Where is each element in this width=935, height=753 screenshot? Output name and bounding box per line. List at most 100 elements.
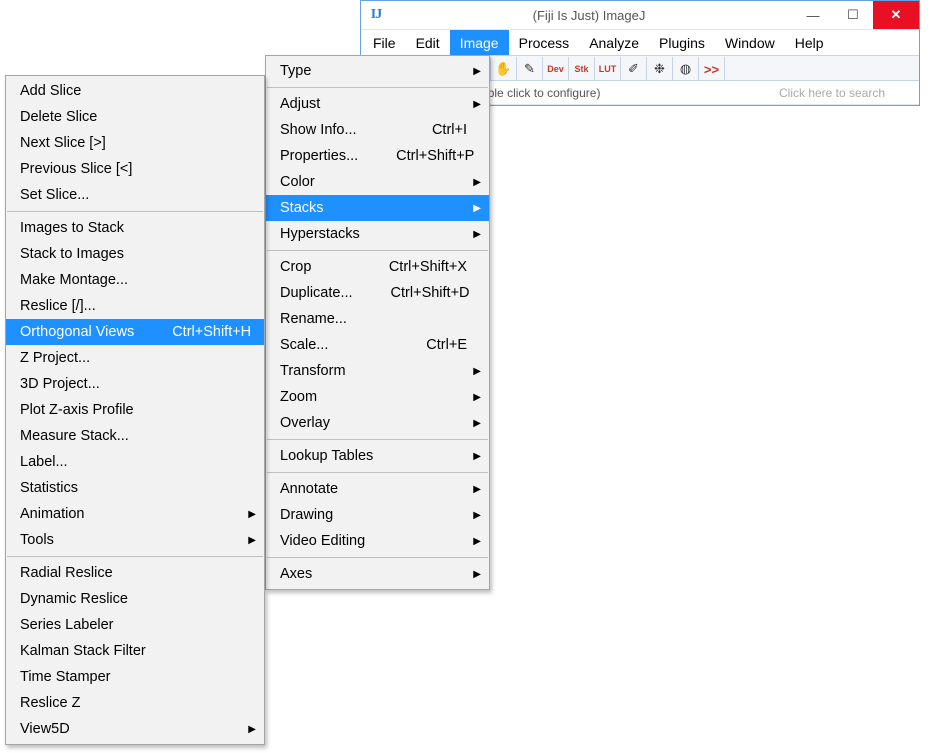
image-menu: Type▶Adjust▶Show Info...Ctrl+IProperties… <box>265 55 490 590</box>
flood-tool-icon[interactable]: ◍ <box>673 57 699 81</box>
image-menu-hyperstacks[interactable]: Hyperstacks▶ <box>266 221 489 247</box>
image-menu-duplicate[interactable]: Duplicate...Ctrl+Shift+D <box>266 280 489 306</box>
menu-item-label: Properties... <box>280 148 358 164</box>
image-menu-type[interactable]: Type▶ <box>266 58 489 84</box>
stacks-menu-animation[interactable]: Animation▶ <box>6 501 264 527</box>
menu-item-label: Annotate <box>280 481 338 497</box>
menu-item-label: Plot Z-axis Profile <box>20 402 134 418</box>
stacks-menu-tools[interactable]: Tools▶ <box>6 527 264 553</box>
stacks-menu-series-labeler[interactable]: Series Labeler <box>6 612 264 638</box>
image-menu-annotate[interactable]: Annotate▶ <box>266 476 489 502</box>
submenu-arrow-icon: ▶ <box>473 569 481 580</box>
title-bar[interactable]: (Fiji Is Just) ImageJ — ☐ ✕ <box>361 1 919 29</box>
menu-window[interactable]: Window <box>715 30 785 55</box>
stacks-menu-make-montage[interactable]: Make Montage... <box>6 267 264 293</box>
stacks-menu-z-project[interactable]: Z Project... <box>6 345 264 371</box>
menu-item-label: Axes <box>280 566 312 582</box>
stacks-menu-separator <box>7 211 263 212</box>
menu-item-label: Stack to Images <box>20 246 124 262</box>
lut-icon[interactable]: LUT <box>595 57 621 81</box>
menu-analyze[interactable]: Analyze <box>579 30 649 55</box>
menu-item-label: Measure Stack... <box>20 428 129 444</box>
image-menu-drawing[interactable]: Drawing▶ <box>266 502 489 528</box>
stacks-menu-3d-project[interactable]: 3D Project... <box>6 371 264 397</box>
more-tools-icon[interactable]: >> <box>699 57 725 81</box>
menu-item-label: Kalman Stack Filter <box>20 643 146 659</box>
menu-plugins[interactable]: Plugins <box>649 30 715 55</box>
submenu-arrow-icon: ▶ <box>473 66 481 77</box>
stacks-menu-dynamic-reslice[interactable]: Dynamic Reslice <box>6 586 264 612</box>
menu-item-label: Transform <box>280 363 346 379</box>
menu-item-label: Add Slice <box>20 83 81 99</box>
stacks-menu-time-stamper[interactable]: Time Stamper <box>6 664 264 690</box>
image-menu-separator <box>267 557 488 558</box>
maximize-button[interactable]: ☐ <box>833 1 873 29</box>
menu-item-label: Show Info... <box>280 122 357 138</box>
menu-process[interactable]: Process <box>509 30 580 55</box>
stacks-menu-reslice-z[interactable]: Reslice Z <box>6 690 264 716</box>
menu-item-label: Delete Slice <box>20 109 97 125</box>
picker-tool-icon[interactable]: ✎ <box>517 57 543 81</box>
submenu-arrow-icon: ▶ <box>473 177 481 188</box>
image-menu-transform[interactable]: Transform▶ <box>266 358 489 384</box>
menu-item-label: Statistics <box>20 480 78 496</box>
submenu-arrow-icon: ▶ <box>473 510 481 521</box>
menu-item-label: 3D Project... <box>20 376 100 392</box>
menu-item-label: Set Slice... <box>20 187 89 203</box>
image-menu-video-editing[interactable]: Video Editing▶ <box>266 528 489 554</box>
dev-icon[interactable]: Dev <box>543 57 569 81</box>
menu-help[interactable]: Help <box>785 30 834 55</box>
stacks-menu-images-to-stack[interactable]: Images to Stack <box>6 215 264 241</box>
window-controls: — ☐ ✕ <box>793 1 919 29</box>
spray-tool-icon[interactable]: ❉ <box>647 57 673 81</box>
stacks-menu-set-slice[interactable]: Set Slice... <box>6 182 264 208</box>
image-menu-separator <box>267 472 488 473</box>
image-menu-scale[interactable]: Scale...Ctrl+E <box>266 332 489 358</box>
stacks-menu-orthogonal-views[interactable]: Orthogonal ViewsCtrl+Shift+H <box>6 319 264 345</box>
menu-item-label: Color <box>280 174 315 190</box>
image-menu-properties[interactable]: Properties...Ctrl+Shift+P <box>266 143 489 169</box>
stacks-menu-label[interactable]: Label... <box>6 449 264 475</box>
menu-item-label: Orthogonal Views <box>20 324 134 340</box>
hand-tool-icon[interactable]: ✋ <box>491 57 517 81</box>
close-button[interactable]: ✕ <box>873 1 919 29</box>
image-menu-adjust[interactable]: Adjust▶ <box>266 91 489 117</box>
minimize-button[interactable]: — <box>793 1 833 29</box>
image-menu-lookup-tables[interactable]: Lookup Tables▶ <box>266 443 489 469</box>
app-icon <box>367 6 385 24</box>
image-menu-rename[interactable]: Rename... <box>266 306 489 332</box>
stacks-menu-plot-z-axis-profile[interactable]: Plot Z-axis Profile <box>6 397 264 423</box>
brush-tool-icon[interactable]: ✐ <box>621 57 647 81</box>
stacks-menu-next-slice[interactable]: Next Slice [>] <box>6 130 264 156</box>
stacks-menu-stack-to-images[interactable]: Stack to Images <box>6 241 264 267</box>
stacks-menu-view5d[interactable]: View5D▶ <box>6 716 264 742</box>
stacks-menu-kalman-stack-filter[interactable]: Kalman Stack Filter <box>6 638 264 664</box>
menu-image[interactable]: Image <box>450 30 509 55</box>
menu-item-label: Z Project... <box>20 350 90 366</box>
stacks-menu-add-slice[interactable]: Add Slice <box>6 78 264 104</box>
stacks-menu-reslice[interactable]: Reslice [/]... <box>6 293 264 319</box>
menu-item-label: Overlay <box>280 415 330 431</box>
image-menu-crop[interactable]: CropCtrl+Shift+X <box>266 254 489 280</box>
stacks-menu-previous-slice[interactable]: Previous Slice [<] <box>6 156 264 182</box>
image-menu-axes[interactable]: Axes ▶ <box>266 561 489 587</box>
submenu-arrow-icon: ▶ <box>473 99 481 110</box>
menu-edit[interactable]: Edit <box>406 30 450 55</box>
stacks-menu-delete-slice[interactable]: Delete Slice <box>6 104 264 130</box>
image-menu-overlay[interactable]: Overlay▶ <box>266 410 489 436</box>
menu-item-shortcut: Ctrl+Shift+D <box>353 285 470 301</box>
image-menu-stacks[interactable]: Stacks▶ <box>266 195 489 221</box>
submenu-arrow-icon: ▶ <box>248 535 256 546</box>
menu-item-label: Series Labeler <box>20 617 114 633</box>
stacks-menu-radial-reslice[interactable]: Radial Reslice <box>6 560 264 586</box>
menu-file[interactable]: File <box>363 30 406 55</box>
stacks-menu-statistics[interactable]: Statistics <box>6 475 264 501</box>
image-menu-show-info[interactable]: Show Info...Ctrl+I <box>266 117 489 143</box>
menu-item-label: Next Slice [>] <box>20 135 106 151</box>
search-input[interactable]: Click here to search <box>779 86 919 100</box>
image-menu-color[interactable]: Color ▶ <box>266 169 489 195</box>
image-menu-zoom[interactable]: Zoom▶ <box>266 384 489 410</box>
stacks-menu-measure-stack[interactable]: Measure Stack... <box>6 423 264 449</box>
menu-item-label: Radial Reslice <box>20 565 113 581</box>
stk-icon[interactable]: Stk <box>569 57 595 81</box>
